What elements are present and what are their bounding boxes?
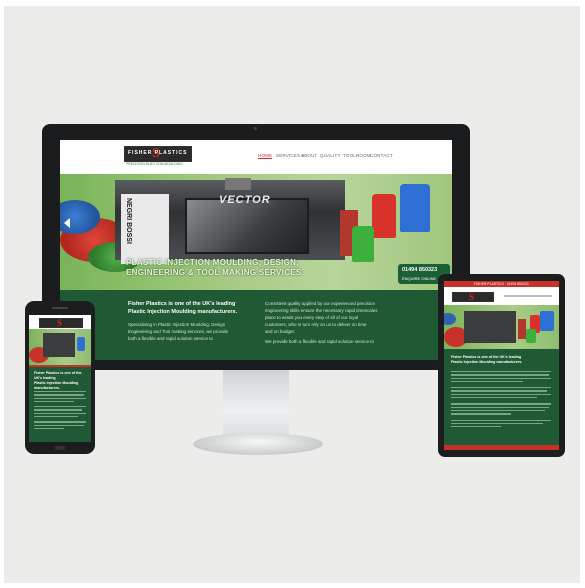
intro-right-6: We provide both a flexible and rapid sol… <box>265 339 374 344</box>
mobile-header: S <box>29 315 91 329</box>
imac-display: S FISHER PLASTICS PRECISION INJECTION MO… <box>42 124 470 370</box>
camera-icon <box>254 127 257 130</box>
tablet-menu-lines <box>504 295 552 297</box>
logo-tagline: PRECISION INJECTION MOULDING <box>126 162 183 166</box>
mockup-stage: S FISHER PLASTICS PRECISION INJECTION MO… <box>0 0 585 588</box>
tablet-banner-text: FISHER PLASTICS · 01494 850323 <box>474 282 529 286</box>
mobile-body-lines <box>34 391 86 431</box>
tablet-hero <box>444 305 559 349</box>
nav-quality[interactable]: QUALITY <box>320 153 341 158</box>
mobile-hero <box>29 329 91 365</box>
nav-home[interactable]: HOME <box>258 153 273 159</box>
speaker-icon <box>52 307 68 309</box>
mobile-intro-heading: Fisher Plastics is one of the UK's leadi… <box>34 371 88 391</box>
nav-services[interactable]: SERVICES ▾ <box>276 153 304 159</box>
red-chair-image <box>372 194 396 238</box>
home-button[interactable] <box>55 446 65 450</box>
machine-brand: VECTOR <box>219 194 271 206</box>
logo-name: FISHER PLASTICS <box>128 150 188 156</box>
slider-prev-icon[interactable] <box>64 218 70 228</box>
intro-heading-1: Fisher Plastics is one of the UK's leadi… <box>128 301 236 307</box>
tablet-body-lines <box>451 371 551 429</box>
tablet-bottom-bar <box>444 445 559 450</box>
imac-stand-foot <box>193 433 323 455</box>
hero-title-line2: ENGINEERING & TOOL MAKING SERVICES <box>126 268 302 277</box>
mobile-heading-line2: Plastic Injection Moulding manufacturers… <box>34 381 79 391</box>
mobile-divider <box>29 365 91 367</box>
mobile-logo[interactable]: S <box>39 318 83 328</box>
intro-right-5: and on budget. <box>265 329 296 334</box>
phone-device: S Fisher Plastics is one of the UK's lea… <box>25 301 95 454</box>
mobile-website: S Fisher Plastics is one of the UK's lea… <box>29 315 91 442</box>
enquire-link[interactable]: ENQUIRE ONLINE <box>402 276 436 281</box>
phone-number[interactable]: 01494 850323 <box>402 267 437 273</box>
intro-right-4: customers, who in turn rely on us to del… <box>265 322 367 327</box>
tablet-intro-heading: Fisher Plastics is one of the UK's leadi… <box>451 355 555 365</box>
intro-right-3: place to assist you every step of all of… <box>265 315 359 320</box>
site-logo[interactable]: S FISHER PLASTICS <box>124 146 192 162</box>
hero-slider: NEGRI BOSSI VECTOR PLASTIC INJECTION MOU… <box>60 174 452 290</box>
intro-para-2: Engineering and Tool making services, we… <box>128 329 228 334</box>
hero-title-line1: PLASTIC INJECTION MOULDING, DESIGN, <box>126 258 299 267</box>
machine-brand-vertical: NEGRI BOSSI <box>125 198 132 244</box>
mobile-heading-line1: Fisher Plastics is one of the UK's leadi… <box>34 371 82 381</box>
intro-right-1: Consistent quality applied by our experi… <box>265 301 376 306</box>
green-chair-image <box>352 226 374 262</box>
desktop-website: S FISHER PLASTICS PRECISION INJECTION MO… <box>60 140 452 360</box>
tablet-website: FISHER PLASTICS · 01494 850323 S Fisher <box>444 281 559 450</box>
tablet-header: S <box>444 287 559 305</box>
injection-machine-image: NEGRI BOSSI VECTOR <box>115 178 345 264</box>
tablet-device: FISHER PLASTICS · 01494 850323 S Fisher <box>438 274 565 457</box>
blue-chair-image <box>400 184 430 232</box>
intro-para-1: Specialising in Plastic Injection Mouldi… <box>128 322 226 327</box>
intro-section: Fisher Plastics is one of the UK's leadi… <box>60 290 452 360</box>
intro-right-2: engineering skills ensure the necessary … <box>265 308 378 313</box>
tablet-logo[interactable]: S <box>452 292 494 302</box>
hero-title: PLASTIC INJECTION MOULDING, DESIGN, ENGI… <box>126 258 356 278</box>
tablet-heading-line2: Plastic Injection Moulding manufacturers… <box>451 360 523 365</box>
intro-para-3: both a flexible and rapid solution servi… <box>128 336 214 341</box>
site-header: S FISHER PLASTICS PRECISION INJECTION MO… <box>60 140 452 175</box>
nav-contact[interactable]: CONTACT <box>370 153 393 158</box>
nav-toolroom[interactable]: TOOLROOM <box>343 153 371 158</box>
nav-about[interactable]: ABOUT <box>301 153 318 158</box>
intro-heading-2: Plastic Injection Moulding manufacturers… <box>128 309 238 315</box>
imac-stand-neck <box>223 369 289 439</box>
